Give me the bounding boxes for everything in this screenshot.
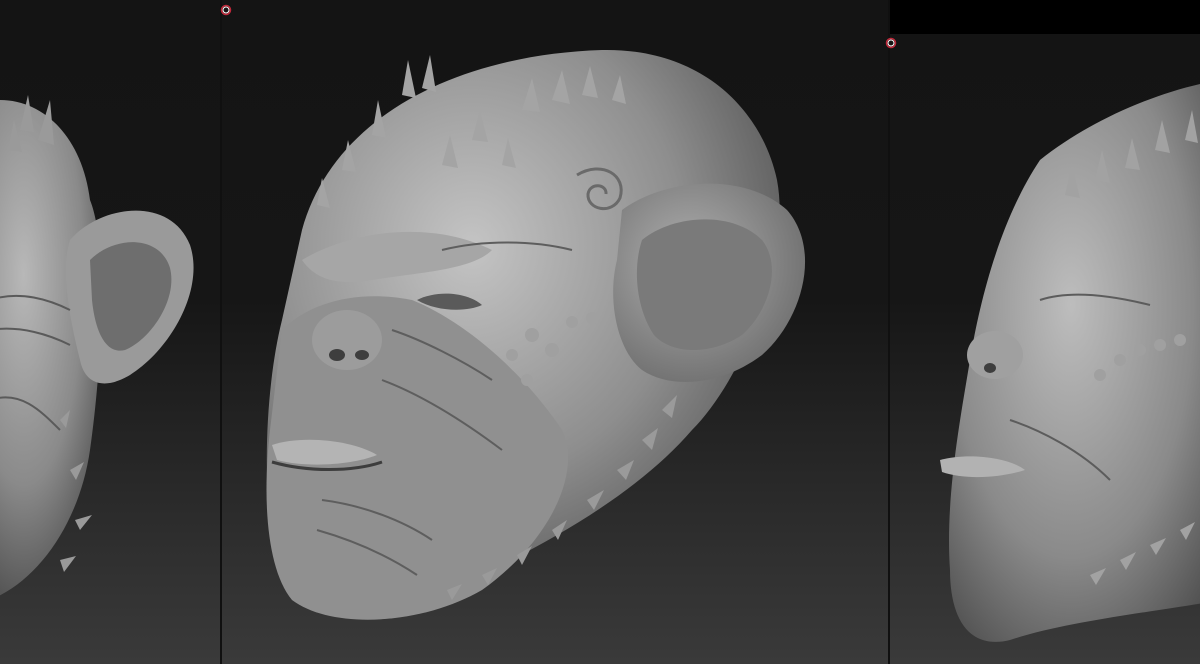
viewport-center[interactable] [222, 0, 890, 664]
monkey-head-sculpt-icon [940, 84, 1200, 642]
floating-palette [890, 0, 1200, 34]
brush-cursor-icon [220, 4, 232, 16]
brush-cursor-icon [885, 37, 897, 49]
sculpt-canvas[interactable] [0, 0, 1200, 664]
viewport-right[interactable] [890, 0, 1200, 664]
monkey-head-sculpt-icon [266, 49, 806, 620]
viewport-left[interactable] [0, 0, 222, 664]
monkey-head-sculpt-icon [0, 95, 194, 596]
